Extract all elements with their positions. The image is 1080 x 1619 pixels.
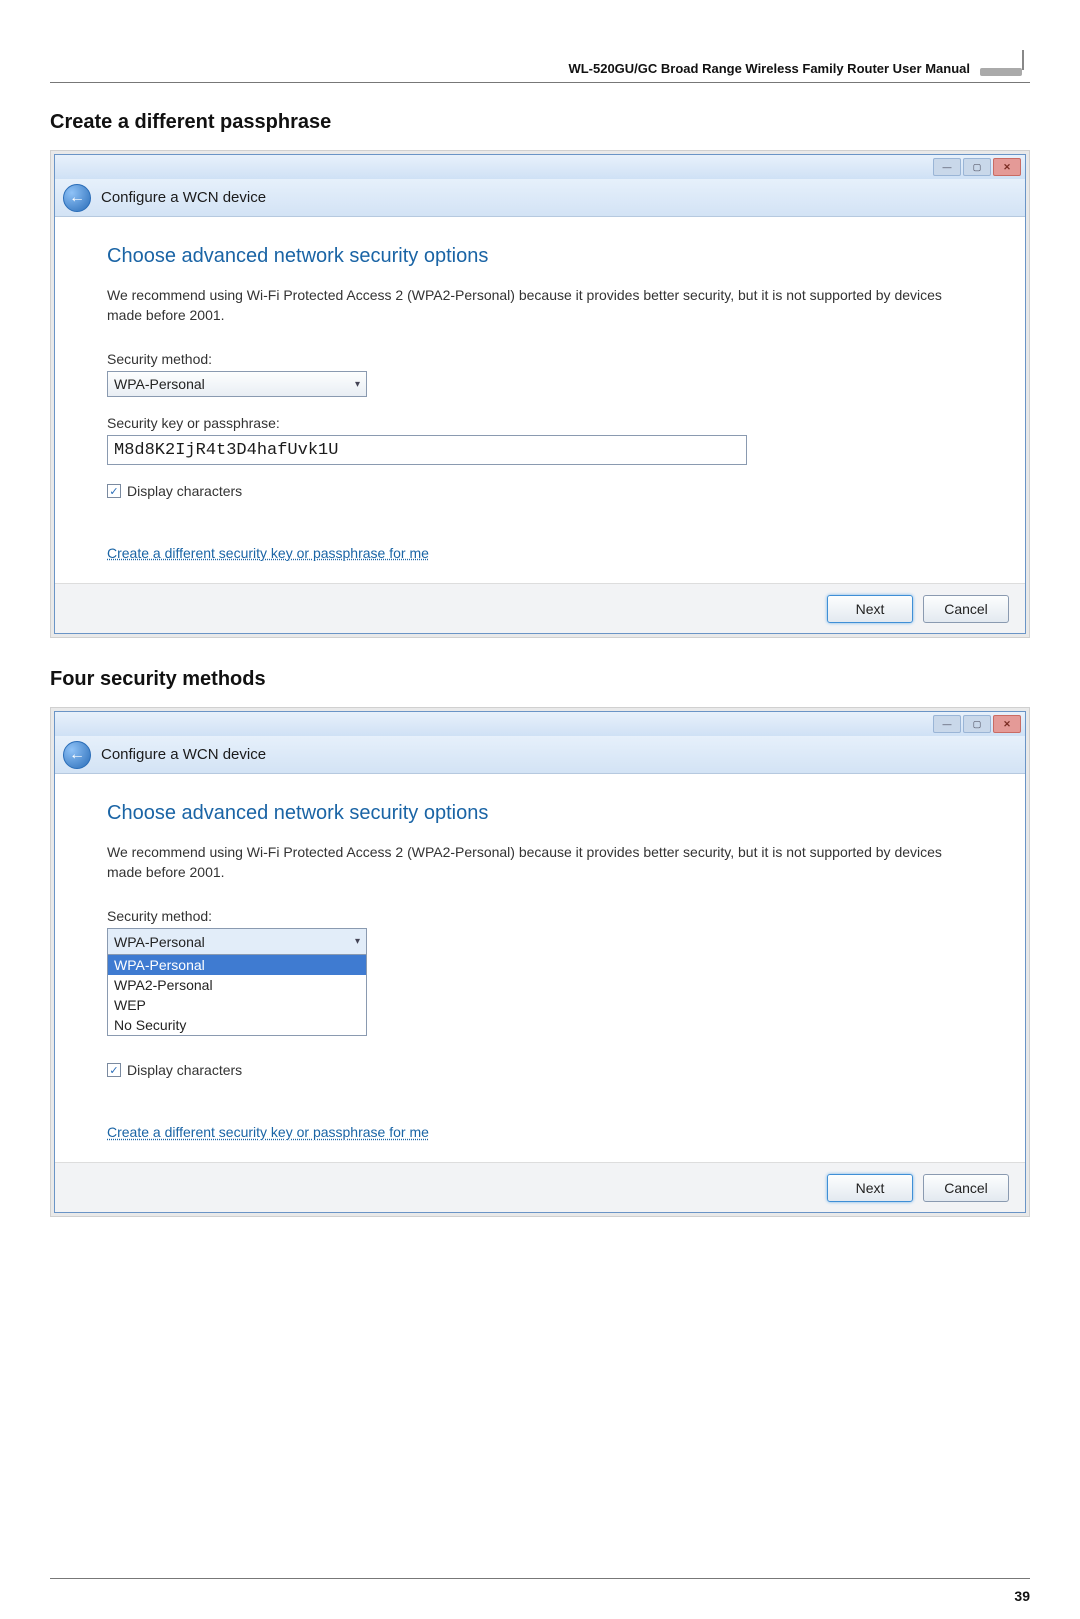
maximize-button[interactable]: ▢ bbox=[963, 158, 991, 176]
manual-title: WL-520GU/GC Broad Range Wireless Family … bbox=[568, 61, 970, 76]
screenshot-passphrase: — ▢ ✕ ← Configure a WCN device Choose ad… bbox=[50, 150, 1030, 638]
window-navbar: ← Configure a WCN device bbox=[55, 179, 1025, 217]
display-characters-label: Display characters bbox=[127, 483, 242, 499]
window-methods: — ▢ ✕ ← Configure a WCN device Choose ad… bbox=[54, 711, 1026, 1213]
display-characters-checkbox[interactable]: ✓ bbox=[107, 484, 121, 498]
minimize-button[interactable]: — bbox=[933, 715, 961, 733]
security-method-option-wpa2[interactable]: WPA2-Personal bbox=[108, 975, 366, 995]
window-footer: Next Cancel bbox=[55, 1162, 1025, 1212]
display-characters-row: ✓ Display characters bbox=[107, 1062, 973, 1078]
back-icon[interactable]: ← bbox=[63, 184, 91, 212]
display-characters-row: ✓ Display characters bbox=[107, 483, 973, 499]
wizard-title: Choose advanced network security options bbox=[107, 802, 973, 825]
wizard-description: We recommend using Wi-Fi Protected Acces… bbox=[107, 286, 973, 325]
security-method-dropdown: WPA-Personal WPA2-Personal WEP No Securi… bbox=[107, 954, 367, 1036]
screenshot-methods: — ▢ ✕ ← Configure a WCN device Choose ad… bbox=[50, 707, 1030, 1217]
display-characters-checkbox[interactable]: ✓ bbox=[107, 1063, 121, 1077]
back-icon[interactable]: ← bbox=[63, 741, 91, 769]
wizard-description: We recommend using Wi-Fi Protected Acces… bbox=[107, 843, 973, 882]
create-different-passphrase-link[interactable]: Create a different security key or passp… bbox=[107, 545, 429, 561]
window-content: Choose advanced network security options… bbox=[55, 217, 1025, 583]
window-titlebar: — ▢ ✕ bbox=[55, 155, 1025, 179]
wizard-title: Choose advanced network security options bbox=[107, 245, 973, 268]
display-characters-label: Display characters bbox=[127, 1062, 242, 1078]
security-method-value: WPA-Personal bbox=[114, 376, 205, 392]
security-method-option-none[interactable]: No Security bbox=[108, 1015, 366, 1035]
security-method-label: Security method: bbox=[107, 351, 973, 367]
section-heading-methods: Four security methods bbox=[50, 668, 1030, 691]
window-navbar: ← Configure a WCN device bbox=[55, 736, 1025, 774]
page-header: WL-520GU/GC Broad Range Wireless Family … bbox=[50, 40, 1030, 83]
create-different-passphrase-link[interactable]: Create a different security key or passp… bbox=[107, 1124, 429, 1140]
close-button[interactable]: ✕ bbox=[993, 158, 1021, 176]
next-button[interactable]: Next bbox=[827, 595, 913, 623]
security-method-combo-open[interactable]: WPA-Personal ▾ bbox=[107, 928, 367, 954]
security-method-label: Security method: bbox=[107, 908, 973, 924]
cancel-button[interactable]: Cancel bbox=[923, 595, 1009, 623]
page-number: 39 bbox=[1014, 1588, 1030, 1604]
cancel-button[interactable]: Cancel bbox=[923, 1174, 1009, 1202]
security-method-combo[interactable]: WPA-Personal ▾ bbox=[107, 371, 367, 397]
security-method-option-wep[interactable]: WEP bbox=[108, 995, 366, 1015]
window-titlebar: — ▢ ✕ bbox=[55, 712, 1025, 736]
nav-title: Configure a WCN device bbox=[101, 189, 266, 206]
passphrase-input[interactable]: M8d8K2IjR4t3D4hafUvk1U bbox=[107, 435, 747, 465]
window-footer: Next Cancel bbox=[55, 583, 1025, 633]
security-method-option-wpa[interactable]: WPA-Personal bbox=[108, 955, 366, 975]
passphrase-label: Security key or passphrase: bbox=[107, 415, 973, 431]
nav-title: Configure a WCN device bbox=[101, 746, 266, 763]
chevron-down-icon: ▾ bbox=[355, 936, 360, 947]
maximize-button[interactable]: ▢ bbox=[963, 715, 991, 733]
section-heading-passphrase: Create a different passphrase bbox=[50, 111, 1030, 134]
window-passphrase: — ▢ ✕ ← Configure a WCN device Choose ad… bbox=[54, 154, 1026, 634]
manual-page: WL-520GU/GC Broad Range Wireless Family … bbox=[50, 40, 1030, 1579]
security-method-value: WPA-Personal bbox=[114, 934, 205, 950]
chevron-down-icon: ▾ bbox=[355, 379, 360, 390]
minimize-button[interactable]: — bbox=[933, 158, 961, 176]
next-button[interactable]: Next bbox=[827, 1174, 913, 1202]
window-content: Choose advanced network security options… bbox=[55, 774, 1025, 1162]
close-button[interactable]: ✕ bbox=[993, 715, 1021, 733]
router-icon bbox=[980, 50, 1030, 76]
